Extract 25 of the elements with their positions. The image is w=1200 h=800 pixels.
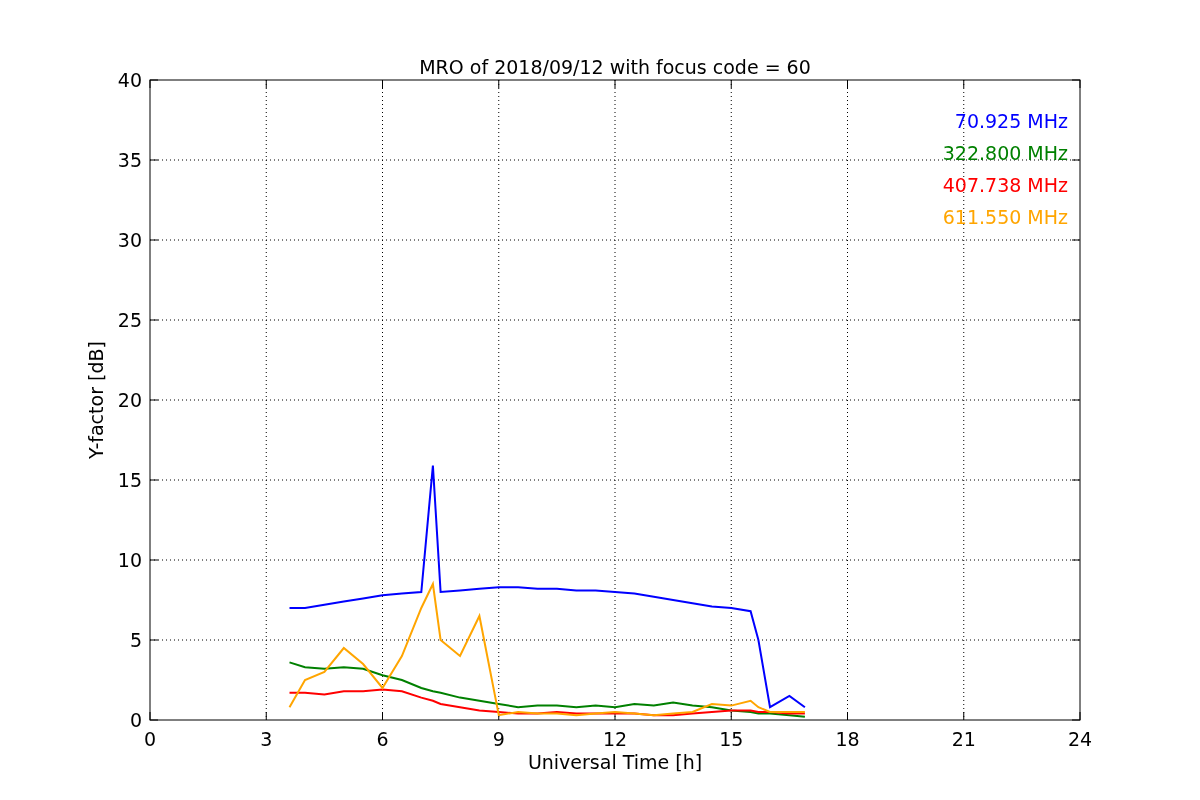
y-tick-label: 15 xyxy=(117,469,142,491)
y-tick-label: 5 xyxy=(129,629,142,651)
y-tick-label: 30 xyxy=(117,229,142,251)
legend-label: 407.738 MHz xyxy=(942,174,1068,196)
x-tick-label: 9 xyxy=(492,728,505,750)
y-tick-label: 0 xyxy=(129,709,142,731)
x-axis-label: Universal Time [h] xyxy=(527,751,703,773)
legend-label: 70.925 MHz xyxy=(954,110,1068,132)
x-tick-label: 6 xyxy=(376,728,389,750)
y-tick-label: 10 xyxy=(117,549,142,571)
x-tick-label: 15 xyxy=(719,728,744,750)
x-tick-label: 24 xyxy=(1067,728,1093,750)
y-tick-label: 40 xyxy=(117,69,142,91)
legend-label: 611.550 MHz xyxy=(942,206,1068,228)
legend-label: 322.800 MHz xyxy=(942,142,1068,164)
x-tick-label: 12 xyxy=(602,728,628,750)
x-tick-label: 21 xyxy=(951,728,976,750)
y-axis-label: Y-factor [dB] xyxy=(85,341,107,459)
y-tick-label: 20 xyxy=(117,389,142,411)
y-tick-label: 35 xyxy=(117,149,142,171)
x-tick-label: 3 xyxy=(260,728,273,750)
chart-title: MRO of 2018/09/12 with focus code = 60 xyxy=(419,56,811,78)
x-tick-label: 18 xyxy=(835,728,860,750)
y-tick-label: 25 xyxy=(117,309,142,331)
x-tick-label: 0 xyxy=(143,728,157,750)
